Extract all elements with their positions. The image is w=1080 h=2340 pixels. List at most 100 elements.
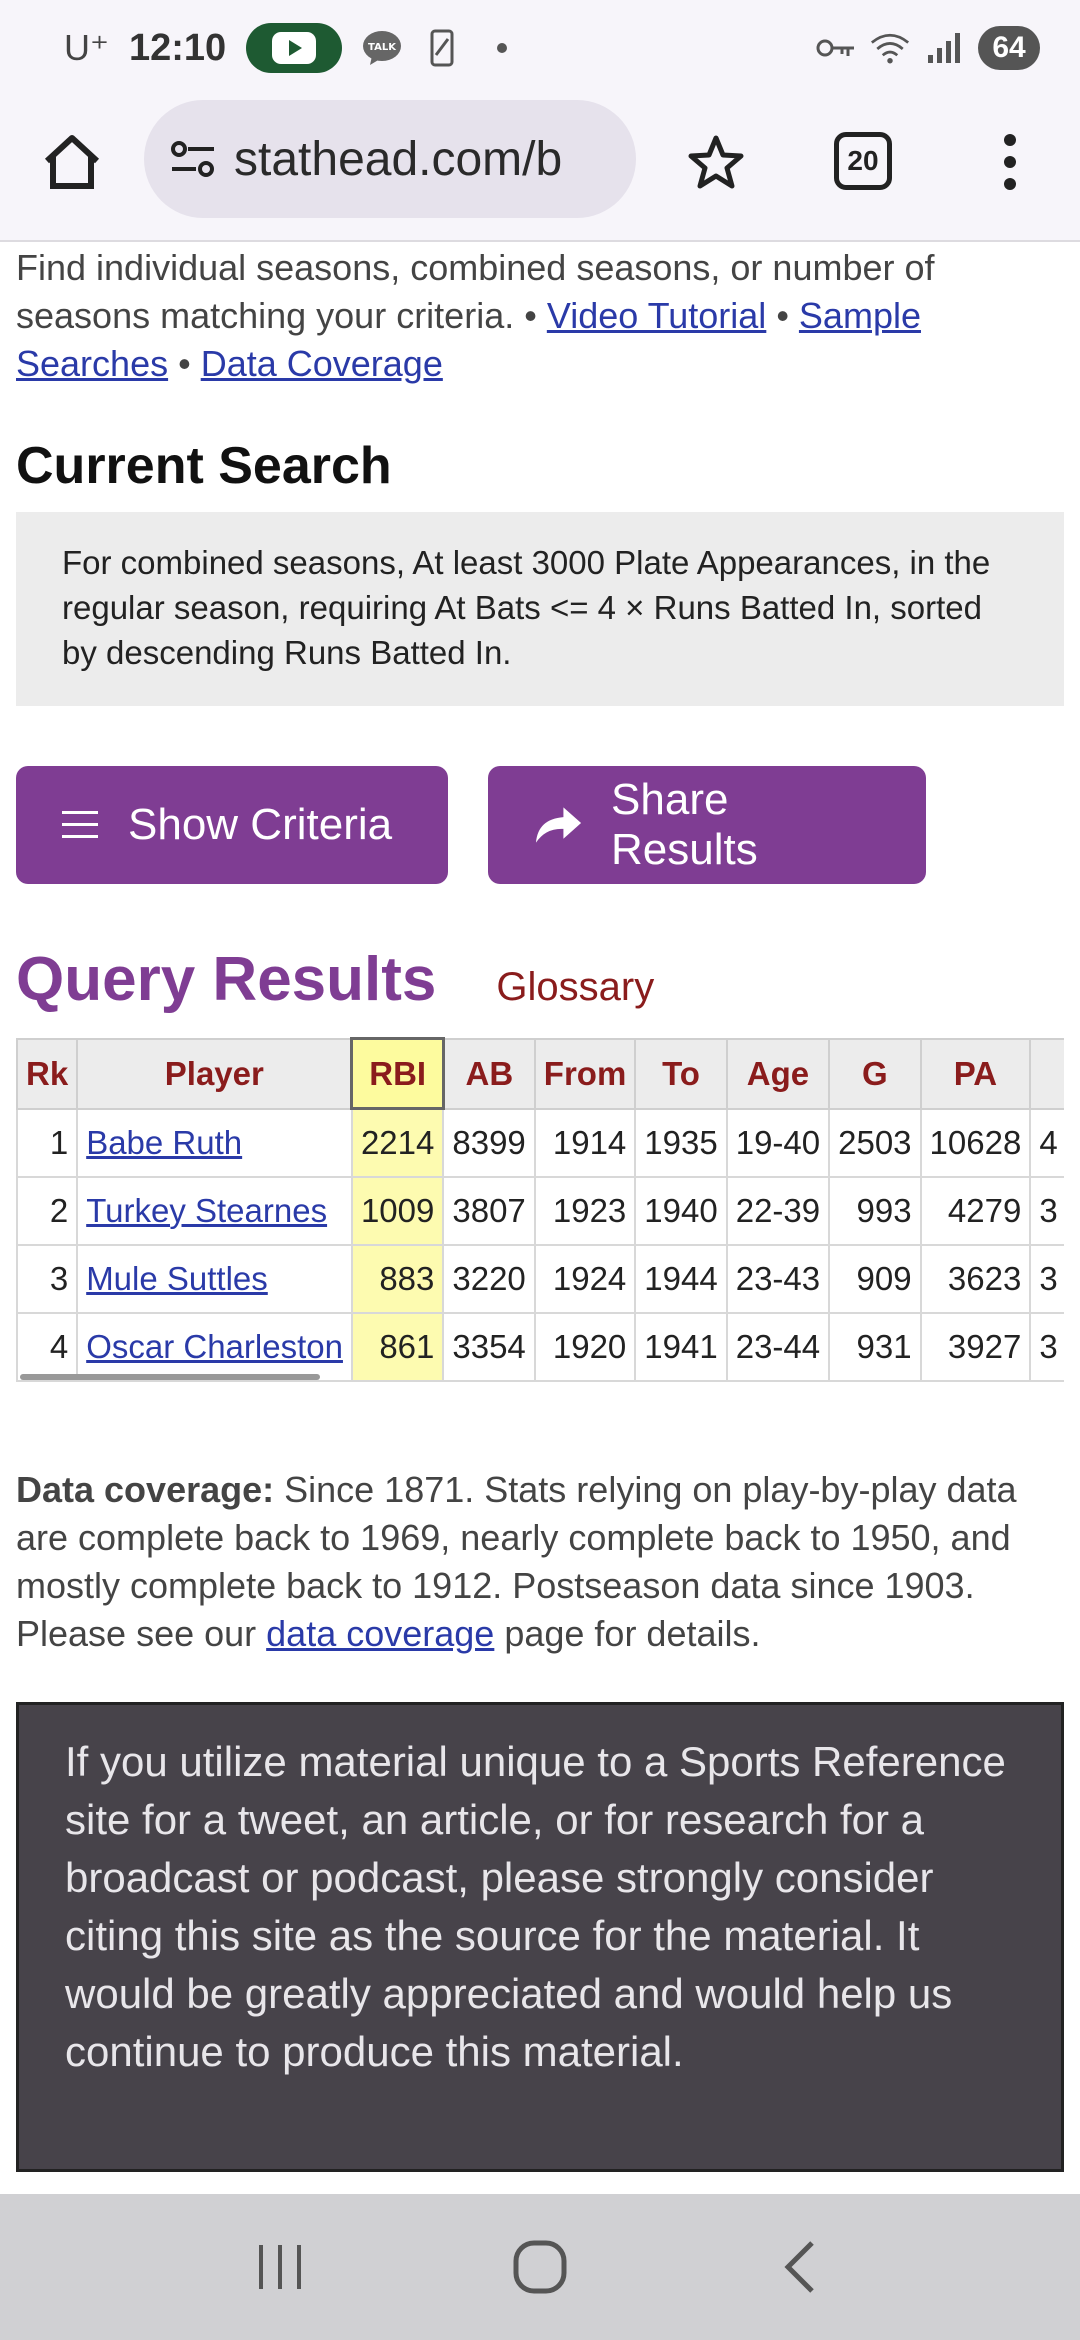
home-nav-button[interactable] (495, 2222, 585, 2312)
results-table-container[interactable]: Rk Player RBI AB From To Age G PA 1 Babe… (16, 1037, 1064, 1382)
query-results-heading: Query Results (16, 945, 437, 1014)
cell-age: 23-43 (725, 1243, 831, 1314)
site-settings-icon (171, 141, 214, 177)
cell-rk: 4 (16, 1311, 79, 1382)
cell-player: Mule Suttles (76, 1243, 353, 1314)
star-icon (688, 135, 744, 189)
battery-level: 64 (978, 26, 1040, 70)
browser-toolbar: stathead.com/b 20 (0, 96, 1080, 242)
table-scrollbar[interactable] (20, 1373, 320, 1380)
share-results-label: Share Results (611, 775, 758, 874)
player-link[interactable]: Mule Suttles (86, 1260, 268, 1297)
bookmark-button[interactable] (680, 126, 752, 198)
cell-from: 1920 (533, 1311, 637, 1382)
url-text: stathead.com/b (234, 132, 563, 186)
cell-ab: 3220 (442, 1243, 536, 1314)
tab-switcher-button[interactable]: 20 (834, 132, 892, 190)
data-coverage-inline-link[interactable]: data coverage (266, 1613, 494, 1654)
cell-g: 909 (828, 1243, 922, 1314)
cell-ab: 8399 (442, 1107, 536, 1178)
current-search-description: For combined seasons, At least 3000 Plat… (16, 512, 1064, 706)
table-row: 2 Turkey Stearnes 1009 3807 1923 1940 22… (16, 1175, 1064, 1246)
column-header-g[interactable]: G (828, 1037, 922, 1110)
cell-ab: 3354 (442, 1311, 536, 1382)
back-chevron-icon (784, 2241, 814, 2293)
cell-next: 4 (1029, 1107, 1064, 1178)
cell-pa: 3623 (919, 1243, 1032, 1314)
column-header-player[interactable]: Player (76, 1037, 353, 1110)
page-content: Find individual seasons, combined season… (16, 244, 1064, 2172)
cell-rbi: 1009 (350, 1175, 445, 1246)
talk-icon: TALK (362, 28, 402, 68)
table-row: 1 Babe Ruth 2214 8399 1914 1935 19-40 25… (16, 1107, 1064, 1178)
system-navigation-bar (0, 2194, 1080, 2340)
cell-rk: 2 (16, 1175, 79, 1246)
data-coverage-link[interactable]: Data Coverage (201, 343, 443, 384)
citation-notice: If you utilize material unique to a Spor… (16, 1701, 1064, 2172)
cell-g: 993 (828, 1175, 922, 1246)
cell-pa: 3927 (919, 1311, 1032, 1382)
cell-rbi: 883 (350, 1243, 445, 1314)
cell-from: 1914 (533, 1107, 637, 1178)
player-link[interactable]: Babe Ruth (86, 1124, 242, 1161)
wifi-icon (870, 28, 910, 68)
status-bar: U⁺ 12:10 TALK 64 (0, 0, 1080, 96)
share-results-button[interactable]: Share Results (488, 766, 926, 884)
column-header-age[interactable]: Age (725, 1037, 831, 1110)
menu-dot-icon (1004, 156, 1016, 168)
cell-next: 3 (1029, 1311, 1064, 1382)
player-link[interactable]: Turkey Stearnes (86, 1192, 327, 1229)
cell-g: 2503 (828, 1107, 922, 1178)
cell-pa: 10628 (919, 1107, 1032, 1178)
home-button[interactable] (36, 126, 108, 198)
signal-icon (924, 28, 964, 68)
status-time: 12:10 (129, 26, 227, 69)
cell-pa: 4279 (919, 1175, 1032, 1246)
cell-to: 1935 (634, 1107, 728, 1178)
phone-notification-icon (422, 28, 462, 68)
glossary-link[interactable]: Glossary (496, 965, 654, 1010)
player-link[interactable]: Oscar Charleston (86, 1328, 343, 1365)
recent-apps-button[interactable] (235, 2222, 325, 2312)
column-header-pa[interactable]: PA (919, 1037, 1032, 1110)
cell-rk: 3 (16, 1243, 79, 1314)
overflow-menu-button[interactable] (990, 126, 1030, 198)
column-header-next[interactable] (1029, 1037, 1064, 1110)
results-table: Rk Player RBI AB From To Age G PA 1 Babe… (16, 1037, 1064, 1382)
share-arrow-icon (535, 807, 582, 843)
cell-player: Babe Ruth (76, 1107, 353, 1178)
dot-icon (482, 28, 522, 68)
back-button[interactable] (755, 2222, 845, 2312)
cell-to: 1944 (634, 1243, 728, 1314)
show-criteria-label: Show Criteria (128, 800, 393, 849)
cell-age: 22-39 (725, 1175, 831, 1246)
cell-rbi: 861 (350, 1311, 445, 1382)
hamburger-icon (62, 811, 98, 838)
column-header-from[interactable]: From (533, 1037, 637, 1110)
cell-from: 1923 (533, 1175, 637, 1246)
cell-age: 23-44 (725, 1311, 831, 1382)
cell-to: 1941 (634, 1311, 728, 1382)
menu-dot-icon (1004, 178, 1016, 190)
current-search-heading: Current Search (16, 437, 392, 495)
menu-dot-icon (1004, 134, 1016, 146)
youtube-icon (246, 23, 343, 73)
column-header-to[interactable]: To (634, 1037, 728, 1110)
cell-ab: 3807 (442, 1175, 536, 1246)
table-row: 3 Mule Suttles 883 3220 1924 1944 23-43 … (16, 1243, 1064, 1314)
cell-from: 1924 (533, 1243, 637, 1314)
cell-age: 19-40 (725, 1107, 831, 1178)
home-circle-icon (513, 2240, 567, 2294)
column-header-ab[interactable]: AB (442, 1037, 536, 1110)
table-header-row: Rk Player RBI AB From To Age G PA (16, 1037, 1064, 1110)
column-header-rbi[interactable]: RBI (350, 1037, 445, 1110)
cell-next: 3 (1029, 1243, 1064, 1314)
cell-g: 931 (828, 1311, 922, 1382)
video-tutorial-link[interactable]: Video Tutorial (547, 295, 766, 336)
table-row: 4 Oscar Charleston 861 3354 1920 1941 23… (16, 1311, 1064, 1382)
show-criteria-button[interactable]: Show Criteria (16, 766, 448, 884)
address-bar[interactable]: stathead.com/b (144, 100, 636, 218)
cell-next: 3 (1029, 1175, 1064, 1246)
home-icon (44, 135, 100, 189)
column-header-rk[interactable]: Rk (16, 1037, 79, 1110)
